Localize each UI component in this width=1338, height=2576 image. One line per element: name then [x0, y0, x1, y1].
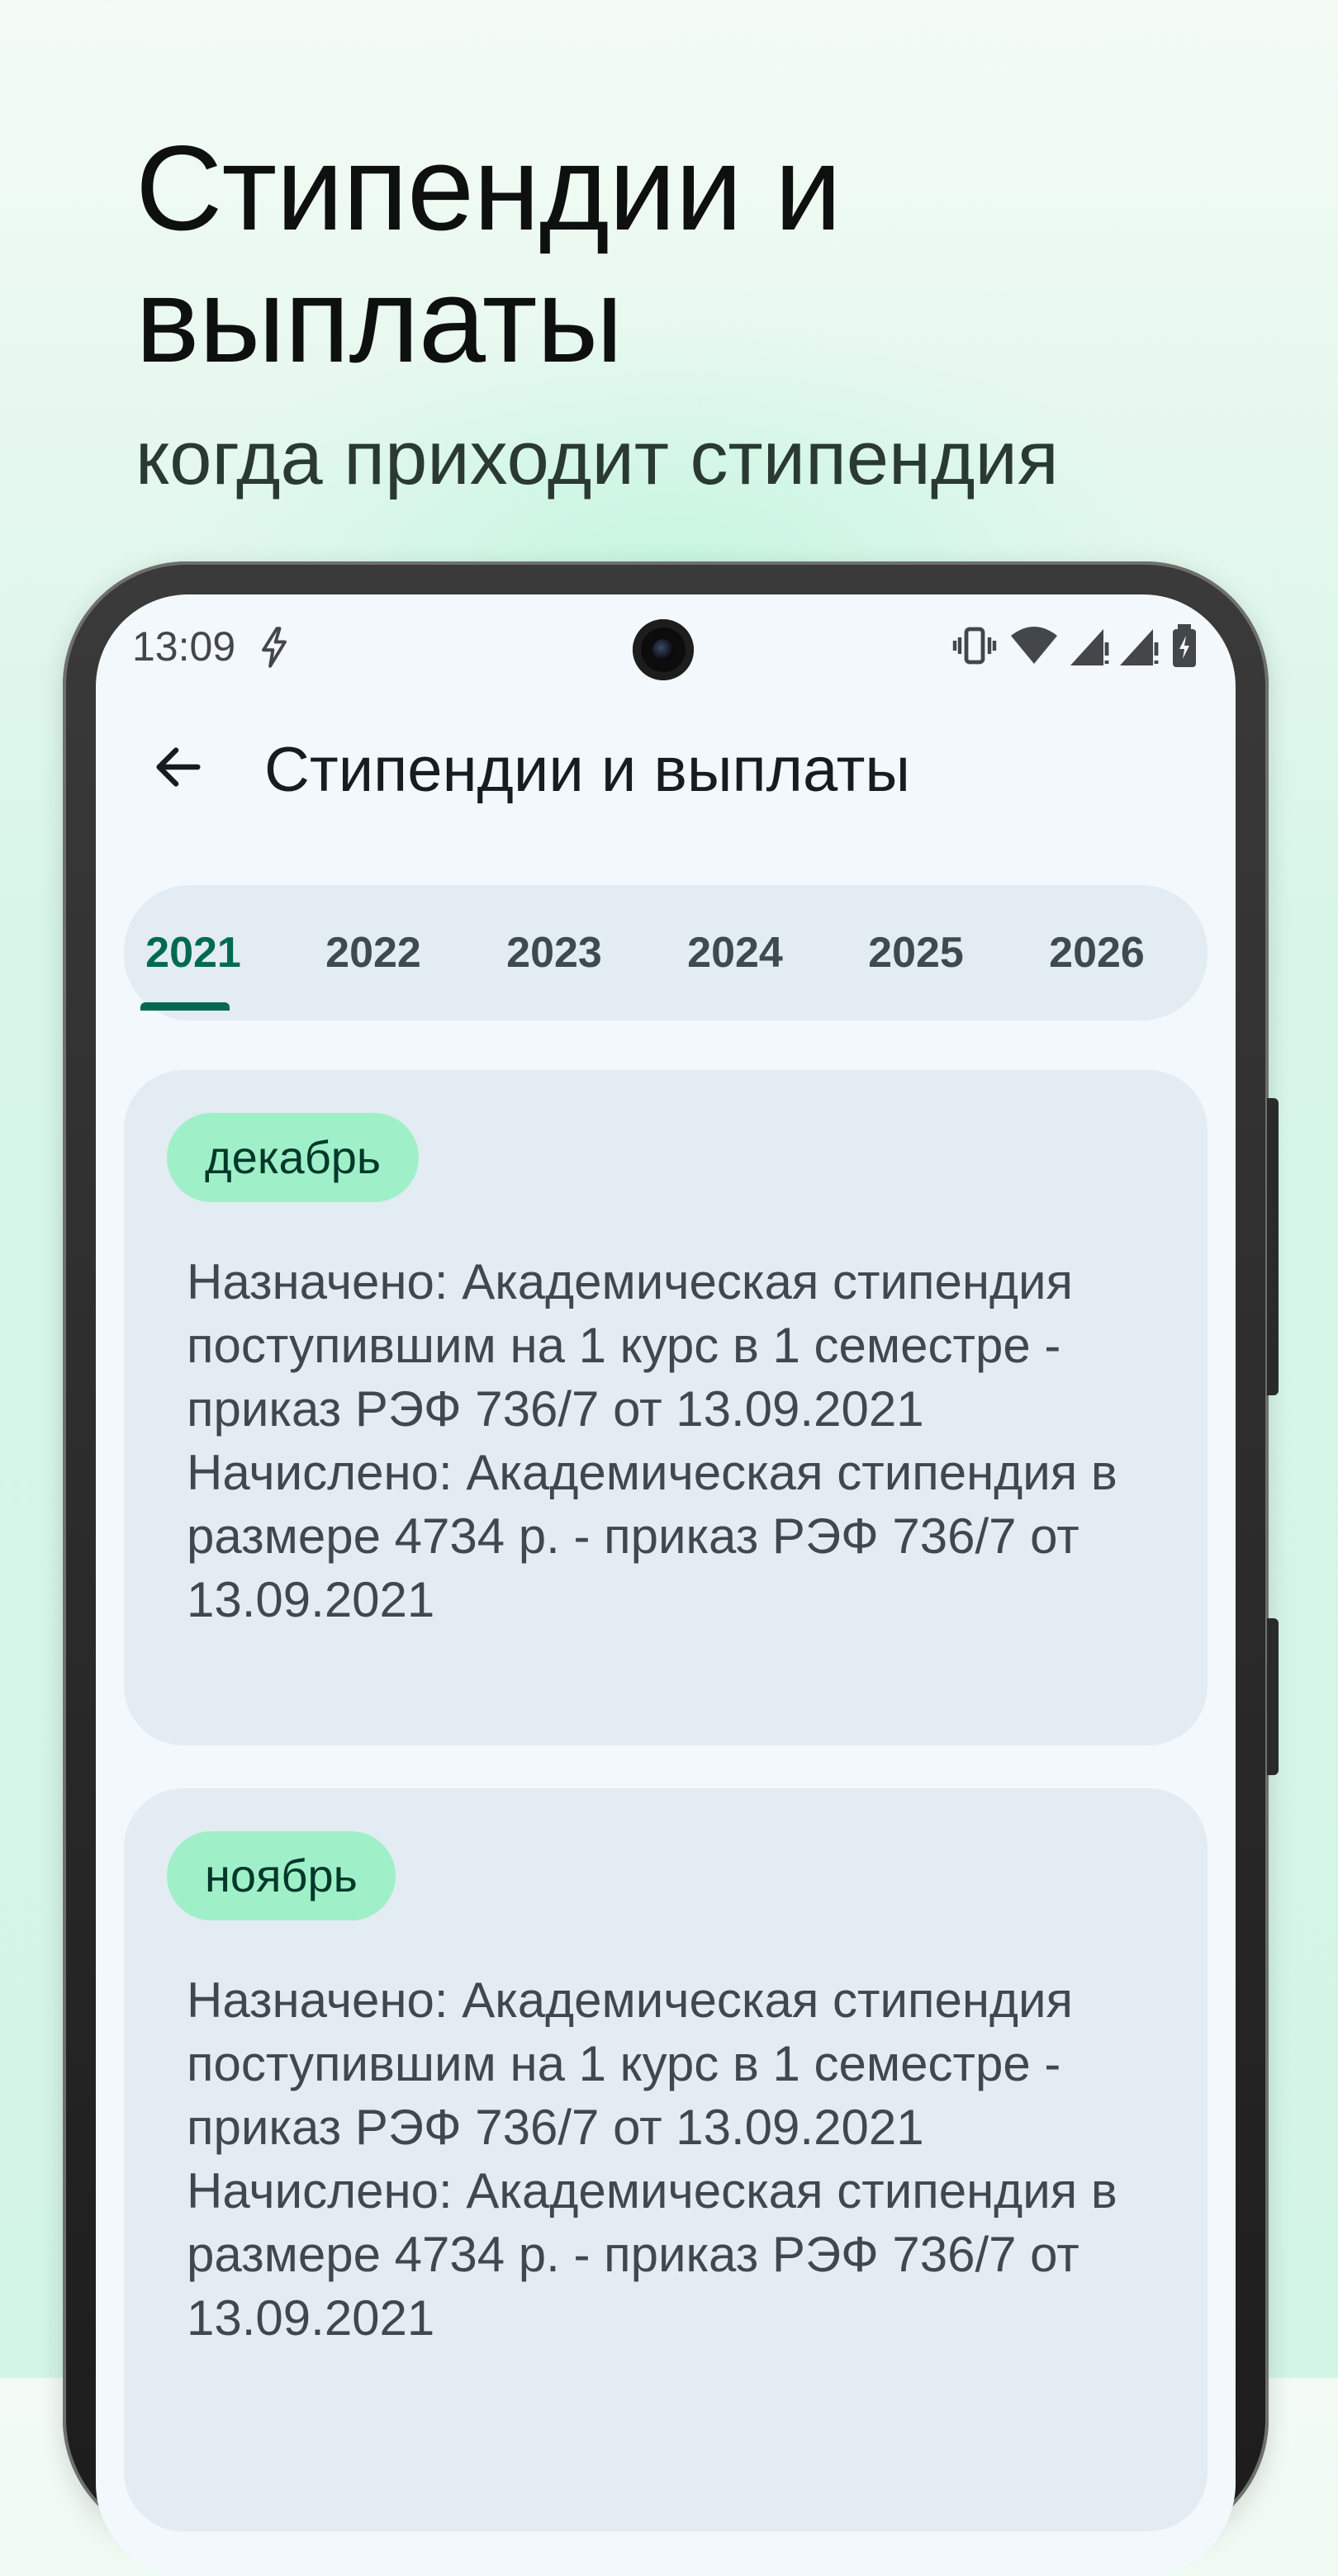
app-bar-title: Стипендии и выплаты: [264, 735, 911, 805]
arrow-back-icon: [156, 747, 201, 787]
status-bar: 13:09: [96, 594, 1236, 685]
phone-screen: 13:09 Стипендии и выплаты 2021 2022 2023…: [96, 594, 1236, 2576]
tab-2025[interactable]: 2025: [850, 885, 982, 1020]
payment-card[interactable]: декабрь Назначено: Академическая стипенд…: [124, 1070, 1208, 1745]
phone-power-button: [1267, 1098, 1279, 1395]
bolt-icon: [262, 627, 287, 668]
payment-text: Назначено: Академическая стипендия посту…: [187, 1972, 1117, 2346]
payment-text: Назначено: Академическая стипендия посту…: [187, 1254, 1117, 1627]
tab-2026[interactable]: 2026: [1031, 885, 1163, 1020]
tab-2022[interactable]: 2022: [307, 885, 439, 1020]
month-chip: декабрь: [167, 1113, 420, 1202]
back-button[interactable]: [129, 722, 228, 812]
vibrate-icon: [952, 627, 997, 665]
signal-icon: [1120, 629, 1159, 665]
phone-volume-button: [1267, 1618, 1279, 1775]
payment-card[interactable]: ноябрь Назначено: Академическая стипенди…: [124, 1788, 1208, 2531]
status-time: 13:09: [132, 623, 236, 670]
tab-2023[interactable]: 2023: [488, 885, 620, 1020]
phone-frame: 13:09 Стипендии и выплаты 2021 2022 2023…: [63, 561, 1279, 2576]
tab-indicator: [140, 1002, 230, 1011]
wifi-icon: [1011, 627, 1057, 664]
app-bar: Стипендии и выплаты: [96, 685, 1236, 850]
month-chip: ноябрь: [167, 1831, 396, 1920]
tab-2024[interactable]: 2024: [669, 885, 801, 1020]
hero-title: Стипендии и выплаты: [135, 121, 842, 387]
tab-2021[interactable]: 2021: [127, 885, 259, 1020]
front-camera: [633, 619, 694, 680]
battery-icon: [1173, 624, 1196, 667]
signal-icon: [1070, 629, 1109, 665]
status-icons: [951, 623, 1199, 672]
hero-subtitle: когда приходит стипендия: [135, 416, 1059, 500]
year-tabs: 2021 2022 2023 2024 2025 2026: [124, 885, 1208, 1020]
